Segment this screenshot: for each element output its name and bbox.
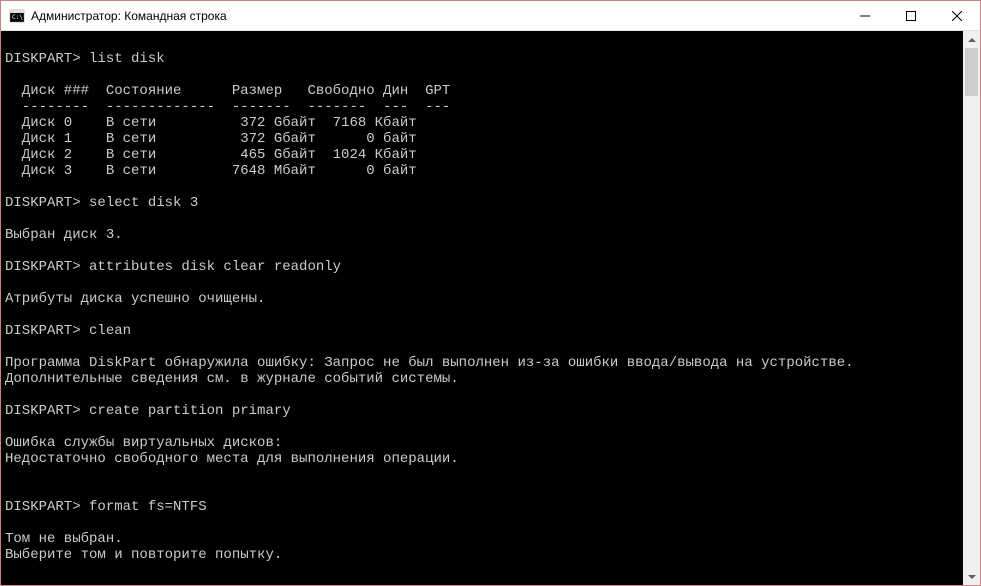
terminal-output[interactable]: DISKPART> list disk Диск ### Состояние Р… — [1, 31, 963, 585]
scroll-thumb[interactable] — [965, 48, 978, 96]
window-titlebar: C:\ Администратор: Командная строка — [1, 1, 980, 31]
client-area: DISKPART> list disk Диск ### Состояние Р… — [1, 31, 980, 585]
scroll-up-arrow[interactable] — [963, 31, 980, 48]
close-button[interactable] — [934, 1, 980, 30]
maximize-button[interactable] — [888, 1, 934, 30]
vertical-scrollbar[interactable] — [963, 31, 980, 585]
scroll-down-arrow[interactable] — [963, 568, 980, 585]
cmd-icon: C:\ — [9, 8, 25, 24]
svg-text:C:\: C:\ — [12, 14, 23, 21]
window-controls — [842, 1, 980, 30]
window-title: Администратор: Командная строка — [31, 9, 842, 23]
minimize-button[interactable] — [842, 1, 888, 30]
